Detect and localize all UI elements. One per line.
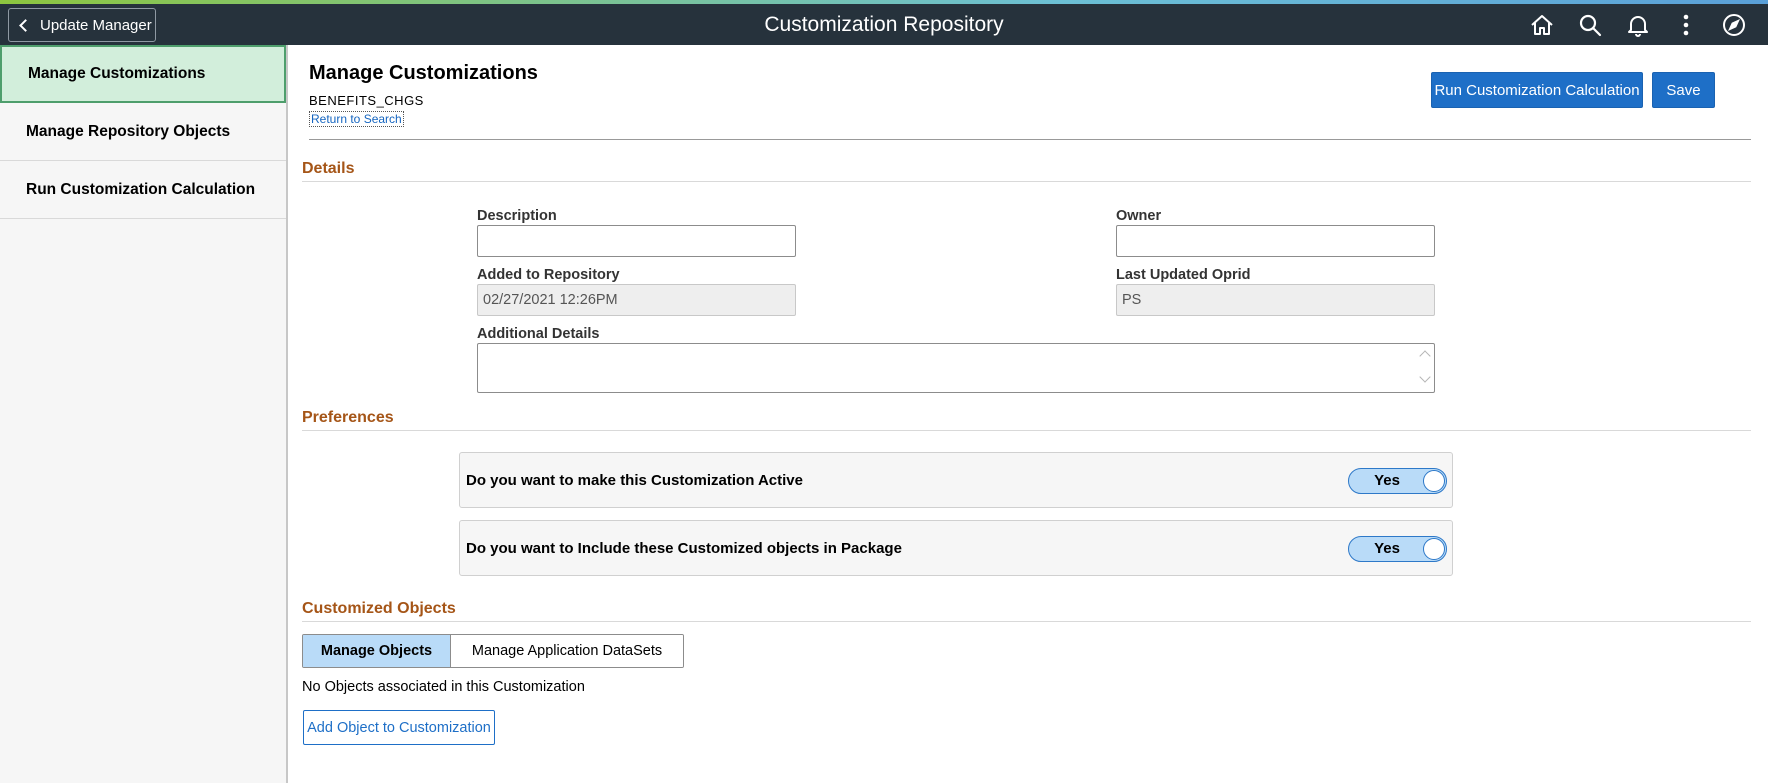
textarea-scrollbar[interactable]	[1419, 347, 1431, 389]
header-divider	[309, 139, 1751, 140]
include-in-package-toggle[interactable]: Yes	[1348, 536, 1447, 562]
sidebar-item-run-customization-calculation[interactable]: Run Customization Calculation	[0, 161, 286, 219]
preference-include-label: Do you want to Include these Customized …	[466, 540, 902, 557]
owner-field[interactable]	[1116, 225, 1435, 257]
preference-row-include-in-package: Do you want to Include these Customized …	[459, 520, 1453, 576]
last-updated-oprid-label: Last Updated Oprid	[1116, 267, 1251, 283]
home-icon[interactable]	[1518, 4, 1566, 45]
toggle-label: Yes	[1374, 540, 1400, 557]
added-to-repository-value: 02/27/2021 12:26PM	[477, 284, 796, 316]
more-vertical-icon[interactable]	[1662, 4, 1710, 45]
sidebar-item-label: Manage Repository Objects	[26, 122, 231, 140]
navbar-compass-icon[interactable]	[1710, 4, 1758, 45]
preferences-section-title: Preferences	[302, 409, 394, 426]
save-button[interactable]: Save	[1652, 72, 1715, 108]
banner-actions	[1518, 4, 1758, 45]
chevron-left-icon	[19, 18, 32, 32]
tab-manage-application-datasets[interactable]: Manage Application DataSets	[451, 635, 683, 667]
sidebar-item-manage-repository-objects[interactable]: Manage Repository Objects	[0, 103, 286, 161]
additional-details-field[interactable]	[477, 343, 1435, 393]
sidebar-item-label: Run Customization Calculation	[26, 180, 256, 198]
back-button-label: Update Manager	[40, 16, 152, 34]
main-content: Manage Customizations BENEFITS_CHGS Retu…	[290, 45, 1768, 783]
details-section-title: Details	[302, 160, 355, 177]
return-to-search-link[interactable]: Return to Search	[309, 111, 404, 127]
customized-objects-section-title: Customized Objects	[302, 600, 456, 617]
description-field[interactable]	[477, 225, 796, 257]
customized-objects-section-divider	[302, 621, 1751, 622]
bell-icon[interactable]	[1614, 4, 1662, 45]
preferences-section-divider	[302, 430, 1751, 431]
chevron-up-icon	[1419, 350, 1431, 362]
active-toggle[interactable]: Yes	[1348, 468, 1447, 494]
page-title: Manage Customizations	[309, 62, 538, 84]
added-to-repository-label: Added to Repository	[477, 267, 620, 283]
search-icon[interactable]	[1566, 4, 1614, 45]
back-button[interactable]: Update Manager	[8, 8, 156, 42]
last-updated-oprid-value: PS	[1116, 284, 1435, 316]
sidebar: Manage Customizations Manage Repository …	[0, 45, 288, 783]
toggle-knob	[1423, 538, 1445, 560]
objects-tab-group: Manage Objects Manage Application DataSe…	[302, 634, 684, 668]
details-section-divider	[302, 181, 1751, 182]
customization-id: BENEFITS_CHGS	[309, 93, 424, 108]
sidebar-item-manage-customizations[interactable]: Manage Customizations	[0, 45, 286, 103]
empty-objects-message: No Objects associated in this Customizat…	[302, 679, 585, 695]
sidebar-item-label: Manage Customizations	[28, 65, 206, 82]
description-label: Description	[477, 208, 557, 224]
toggle-knob	[1423, 470, 1445, 492]
preference-active-label: Do you want to make this Customization A…	[466, 472, 803, 489]
chevron-down-icon	[1419, 371, 1431, 383]
tab-manage-objects[interactable]: Manage Objects	[303, 635, 451, 667]
toggle-label: Yes	[1374, 472, 1400, 489]
owner-label: Owner	[1116, 208, 1162, 224]
run-calculation-button[interactable]: Run Customization Calculation	[1431, 72, 1643, 108]
top-banner: Update Manager Customization Repository	[0, 4, 1768, 45]
preference-row-active: Do you want to make this Customization A…	[459, 452, 1453, 508]
additional-details-label: Additional Details	[477, 326, 600, 342]
banner-title: Customization Repository	[764, 13, 1004, 36]
add-object-button[interactable]: Add Object to Customization	[303, 710, 495, 745]
